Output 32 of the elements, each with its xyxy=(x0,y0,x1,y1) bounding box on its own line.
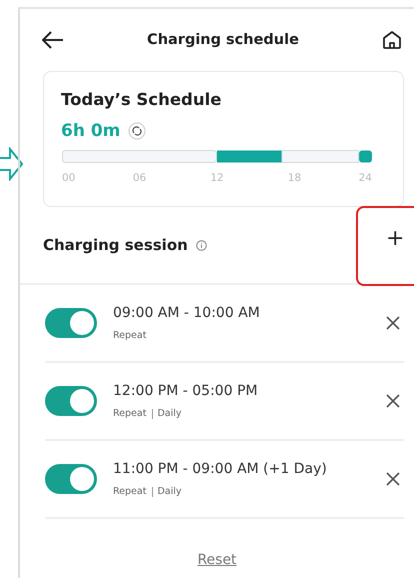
info-icon[interactable] xyxy=(196,240,207,250)
section-title: Charging session xyxy=(43,236,188,254)
repeat-label: Repeat xyxy=(113,330,146,341)
hour-label: 24 xyxy=(358,172,372,184)
hour-label: 00 xyxy=(62,172,76,184)
repeat-days: Daily xyxy=(157,486,182,497)
add-button[interactable]: + xyxy=(356,206,414,286)
refresh-icon[interactable] xyxy=(128,122,146,140)
toggle-switch[interactable] xyxy=(45,308,97,338)
home-icon[interactable] xyxy=(382,30,402,50)
repeat-label: Repeat xyxy=(113,408,146,419)
charging-timeline-segment xyxy=(359,150,372,162)
back-arrow-icon[interactable] xyxy=(42,31,64,49)
reset-link[interactable]: Reset xyxy=(197,552,237,568)
card-title: Today’s Schedule xyxy=(61,90,222,109)
close-icon[interactable] xyxy=(386,472,400,486)
session-time: 09:00 AM - 10:00 AM xyxy=(113,305,261,321)
repeat-label: Repeat xyxy=(113,486,146,497)
close-icon[interactable] xyxy=(386,316,400,330)
repeat-days: Daily xyxy=(157,408,182,419)
arrow-outline-icon xyxy=(0,147,24,181)
hour-label: 18 xyxy=(288,172,302,184)
hour-label: 06 xyxy=(132,172,146,184)
toggle-switch[interactable] xyxy=(45,464,97,494)
charging-timeline-segment xyxy=(217,150,282,162)
session-time: 12:00 PM - 05:00 PM xyxy=(113,383,259,399)
toggle-switch[interactable] xyxy=(45,386,97,416)
hour-label: 12 xyxy=(210,172,224,184)
duration-text: 6h 0m xyxy=(61,121,120,141)
close-icon[interactable] xyxy=(386,394,400,408)
screen-title: Charging schedule xyxy=(147,32,299,48)
session-time: 11:00 PM - 09:00 AM (+1 Day) xyxy=(113,461,328,477)
